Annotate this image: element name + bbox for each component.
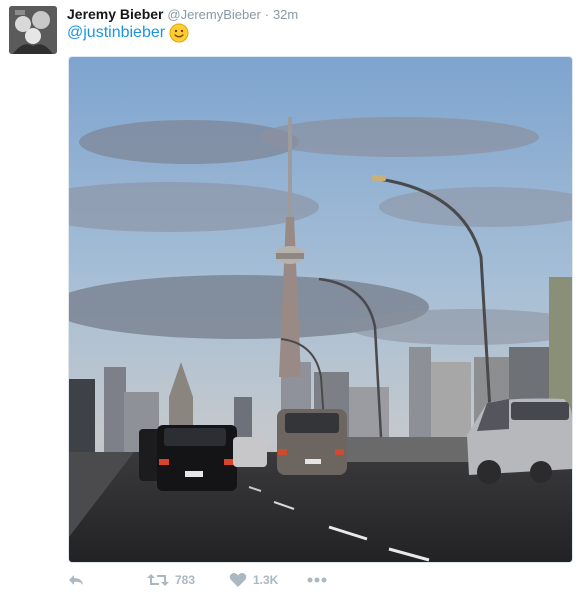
author-name[interactable]: Jeremy Bieber bbox=[67, 6, 164, 22]
avatar-image bbox=[9, 6, 57, 54]
avatar[interactable] bbox=[9, 6, 57, 54]
author-handle[interactable]: @JeremyBieber bbox=[167, 7, 260, 22]
timestamp[interactable]: 32m bbox=[273, 7, 298, 22]
smile-emoji-icon bbox=[169, 23, 189, 43]
tweet-text: @justinbieber bbox=[67, 23, 189, 43]
reply-button[interactable] bbox=[67, 572, 85, 588]
mention-link[interactable]: @justinbieber bbox=[67, 24, 165, 42]
retweet-button[interactable]: 783 bbox=[147, 572, 195, 588]
reply-icon bbox=[69, 575, 83, 585]
like-button[interactable]: 1.3K bbox=[229, 572, 278, 588]
like-count: 1.3K bbox=[253, 573, 279, 587]
separator: · bbox=[264, 7, 270, 22]
heart-icon bbox=[229, 573, 247, 587]
retweet-count: 783 bbox=[175, 573, 196, 587]
tweet-photo[interactable] bbox=[68, 56, 573, 563]
retweet-icon bbox=[147, 574, 169, 586]
tweet-actions: 783 1.3K bbox=[67, 572, 487, 592]
tweet-header: Jeremy Bieber @JeremyBieber · 32m bbox=[67, 6, 298, 22]
more-button[interactable] bbox=[307, 576, 327, 584]
more-dots-icon bbox=[307, 577, 327, 583]
toronto-skyline-photo bbox=[69, 57, 572, 562]
